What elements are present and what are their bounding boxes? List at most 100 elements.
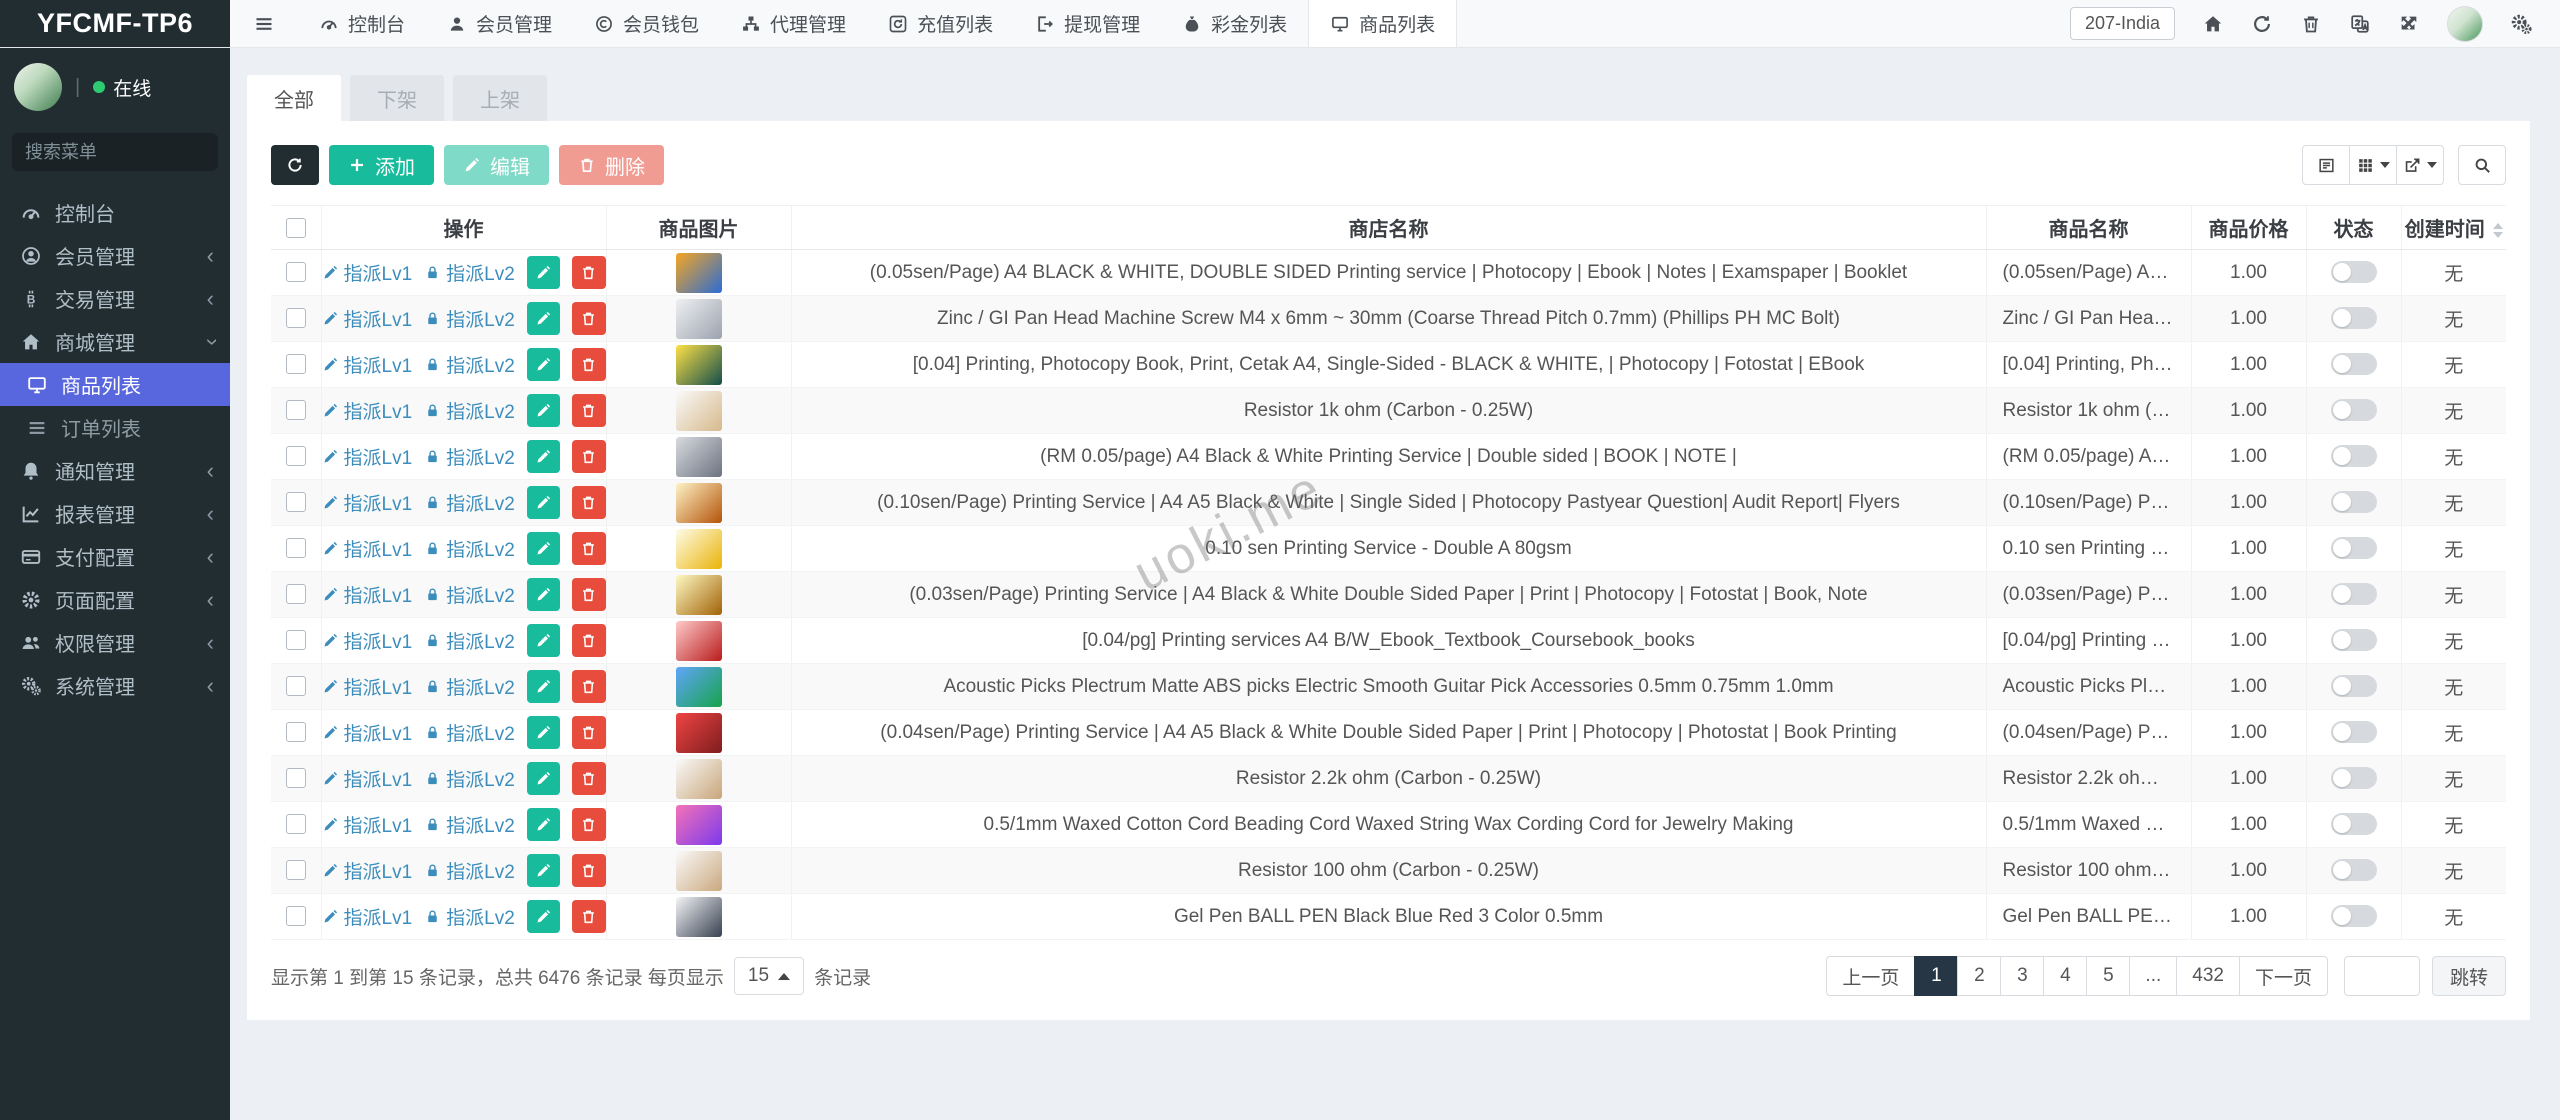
- topnav-item-agents[interactable]: 代理管理: [720, 0, 867, 47]
- sidebar-item-dashboard[interactable]: 控制台: [0, 191, 230, 234]
- assign-lv1-link[interactable]: 指派Lv1: [322, 719, 413, 746]
- jump-page-input[interactable]: [2344, 956, 2420, 996]
- assign-lv2-link[interactable]: 指派Lv2: [424, 673, 515, 700]
- row-edit-button[interactable]: [527, 624, 560, 657]
- product-thumbnail[interactable]: [676, 529, 722, 569]
- product-thumbnail[interactable]: [676, 805, 722, 845]
- row-delete-button[interactable]: [572, 624, 605, 657]
- page-number-button[interactable]: 3: [2000, 956, 2044, 996]
- sidebar-item-members[interactable]: 会员管理‹: [0, 234, 230, 277]
- status-toggle[interactable]: [2331, 859, 2377, 881]
- row-edit-button[interactable]: [527, 578, 560, 611]
- row-delete-button[interactable]: [572, 900, 605, 933]
- row-edit-button[interactable]: [527, 762, 560, 795]
- assign-lv1-link[interactable]: 指派Lv1: [322, 351, 413, 378]
- row-edit-button[interactable]: [527, 302, 560, 335]
- topnav-item-wallet[interactable]: 会员钱包: [573, 0, 720, 47]
- row-checkbox[interactable]: [286, 308, 306, 328]
- assign-lv2-link[interactable]: 指派Lv2: [424, 581, 515, 608]
- sidebar-item-notifications[interactable]: 通知管理‹: [0, 449, 230, 492]
- product-thumbnail[interactable]: [676, 667, 722, 707]
- menu-search-box[interactable]: [12, 133, 218, 171]
- settings-icon[interactable]: [2510, 13, 2532, 35]
- status-toggle[interactable]: [2331, 675, 2377, 697]
- row-edit-button[interactable]: [527, 716, 560, 749]
- row-checkbox[interactable]: [286, 676, 306, 696]
- page-number-button[interactable]: 5: [2086, 956, 2130, 996]
- page-number-button[interactable]: ...: [2129, 956, 2177, 996]
- row-edit-button[interactable]: [527, 256, 560, 289]
- row-delete-button[interactable]: [572, 670, 605, 703]
- topnav-item-dashboard[interactable]: 控制台: [298, 0, 426, 47]
- sidebar-toggle-button[interactable]: [230, 0, 298, 47]
- row-checkbox[interactable]: [286, 722, 306, 742]
- row-edit-button[interactable]: [527, 486, 560, 519]
- product-thumbnail[interactable]: [676, 483, 722, 523]
- refresh-button[interactable]: [271, 145, 319, 185]
- product-thumbnail[interactable]: [676, 575, 722, 615]
- assign-lv1-link[interactable]: 指派Lv1: [322, 397, 413, 424]
- sidebar-item-permissions[interactable]: 权限管理‹: [0, 621, 230, 664]
- assign-lv2-link[interactable]: 指派Lv2: [424, 397, 515, 424]
- row-checkbox[interactable]: [286, 492, 306, 512]
- sidebar-item-page-config[interactable]: 页面配置‹: [0, 578, 230, 621]
- assign-lv1-link[interactable]: 指派Lv1: [322, 857, 413, 884]
- assign-lv2-link[interactable]: 指派Lv2: [424, 765, 515, 792]
- product-thumbnail[interactable]: [676, 299, 722, 339]
- product-thumbnail[interactable]: [676, 759, 722, 799]
- select-all-checkbox[interactable]: [286, 218, 306, 238]
- assign-lv1-link[interactable]: 指派Lv1: [322, 489, 413, 516]
- topnav-item-products[interactable]: 商品列表: [1308, 0, 1457, 47]
- delete-button[interactable]: 删除: [559, 145, 664, 185]
- translate-icon[interactable]: [2349, 13, 2371, 35]
- page-number-button[interactable]: 2: [1957, 956, 2001, 996]
- row-delete-button[interactable]: [572, 486, 605, 519]
- row-checkbox[interactable]: [286, 860, 306, 880]
- assign-lv1-link[interactable]: 指派Lv1: [322, 673, 413, 700]
- columns-button[interactable]: [2349, 145, 2397, 185]
- assign-lv2-link[interactable]: 指派Lv2: [424, 489, 515, 516]
- topnav-item-withdraw[interactable]: 提现管理: [1014, 0, 1161, 47]
- row-edit-button[interactable]: [527, 348, 560, 381]
- assign-lv2-link[interactable]: 指派Lv2: [424, 305, 515, 332]
- assign-lv1-link[interactable]: 指派Lv1: [322, 765, 413, 792]
- fullscreen-icon[interactable]: [2398, 13, 2420, 35]
- row-checkbox[interactable]: [286, 768, 306, 788]
- sidebar-item-transactions[interactable]: B 交易管理‹: [0, 277, 230, 320]
- row-edit-button[interactable]: [527, 532, 560, 565]
- row-checkbox[interactable]: [286, 446, 306, 466]
- row-checkbox[interactable]: [286, 400, 306, 420]
- user-avatar[interactable]: [2447, 6, 2483, 42]
- assign-lv2-link[interactable]: 指派Lv2: [424, 857, 515, 884]
- row-checkbox[interactable]: [286, 584, 306, 604]
- table-search-button[interactable]: [2458, 145, 2506, 185]
- row-delete-button[interactable]: [572, 348, 605, 381]
- sidebar-item-payment-config[interactable]: 支付配置‹: [0, 535, 230, 578]
- row-delete-button[interactable]: [572, 716, 605, 749]
- home-icon[interactable]: [2202, 13, 2224, 35]
- row-delete-button[interactable]: [572, 394, 605, 427]
- page-number-button[interactable]: 432: [2176, 956, 2240, 996]
- assign-lv1-link[interactable]: 指派Lv1: [322, 811, 413, 838]
- row-delete-button[interactable]: [572, 578, 605, 611]
- menu-search-input[interactable]: [25, 142, 257, 163]
- status-toggle[interactable]: [2331, 445, 2377, 467]
- row-checkbox[interactable]: [286, 906, 306, 926]
- status-toggle[interactable]: [2331, 261, 2377, 283]
- status-toggle[interactable]: [2331, 813, 2377, 835]
- page-number-button[interactable]: 1: [1914, 956, 1958, 996]
- row-delete-button[interactable]: [572, 440, 605, 473]
- row-edit-button[interactable]: [527, 900, 560, 933]
- product-thumbnail[interactable]: [676, 345, 722, 385]
- row-edit-button[interactable]: [527, 394, 560, 427]
- status-toggle[interactable]: [2331, 537, 2377, 559]
- row-delete-button[interactable]: [572, 256, 605, 289]
- sidebar-item-product-list[interactable]: 商品列表: [0, 363, 230, 406]
- status-toggle[interactable]: [2331, 767, 2377, 789]
- export-button[interactable]: [2396, 145, 2444, 185]
- product-thumbnail[interactable]: [676, 851, 722, 891]
- assign-lv2-link[interactable]: 指派Lv2: [424, 627, 515, 654]
- product-thumbnail[interactable]: [676, 713, 722, 753]
- row-checkbox[interactable]: [286, 814, 306, 834]
- row-edit-button[interactable]: [527, 670, 560, 703]
